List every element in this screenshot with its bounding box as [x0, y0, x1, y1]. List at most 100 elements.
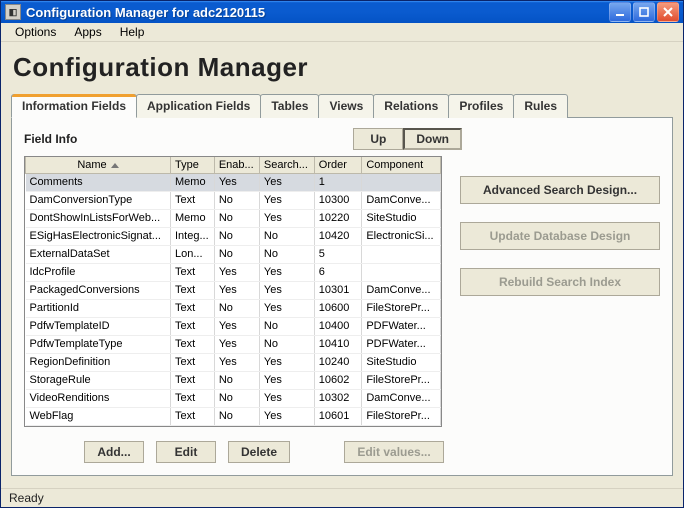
column-header[interactable]: Type: [171, 157, 215, 174]
table-row[interactable]: DamConversionTypeTextNoYes10300DamConve.…: [26, 192, 441, 210]
cell-component: [362, 246, 441, 264]
title-bar: ◧ Configuration Manager for adc2120115: [1, 1, 683, 23]
cell-name: VideoRenditions: [26, 390, 171, 408]
table-row[interactable]: WebFlagTextNoYes10601FileStorePr...: [26, 408, 441, 426]
column-header[interactable]: Search...: [259, 157, 314, 174]
cell-searchable: Yes: [259, 192, 314, 210]
cell-searchable: Yes: [259, 174, 314, 192]
cell-type: Text: [171, 318, 215, 336]
menu-help[interactable]: Help: [112, 23, 153, 41]
table-row[interactable]: ExternalDataSetLon...NoNo5: [26, 246, 441, 264]
column-header[interactable]: Name: [26, 157, 171, 174]
table-row[interactable]: StorageRuleTextNoYes10602FileStorePr...: [26, 372, 441, 390]
down-button[interactable]: Down: [403, 128, 462, 150]
table-body: CommentsMemoYesYes1DamConversionTypeText…: [26, 174, 441, 426]
sort-ascending-icon: [111, 163, 119, 168]
cell-enabled: No: [214, 192, 259, 210]
tab-relations[interactable]: Relations: [373, 94, 449, 118]
edit-values-button[interactable]: Edit values...: [344, 441, 444, 463]
cell-type: Text: [171, 372, 215, 390]
cell-component: PDFWater...: [362, 336, 441, 354]
bottom-button-bar: Add... Edit Delete Edit values...: [24, 441, 660, 463]
tab-tables[interactable]: Tables: [260, 94, 319, 118]
cell-component: FileStorePr...: [362, 372, 441, 390]
delete-button[interactable]: Delete: [228, 441, 290, 463]
cell-name: PdfwTemplateType: [26, 336, 171, 354]
cell-name: DamConversionType: [26, 192, 171, 210]
cell-name: PartitionId: [26, 300, 171, 318]
tab-rules[interactable]: Rules: [513, 94, 568, 118]
window-title: Configuration Manager for adc2120115: [26, 5, 609, 20]
up-button[interactable]: Up: [353, 128, 403, 150]
table-row[interactable]: DontShowInListsForWeb...MemoNoYes10220Si…: [26, 210, 441, 228]
cell-searchable: No: [259, 246, 314, 264]
cell-component: FileStorePr...: [362, 408, 441, 426]
app-icon: ◧: [5, 4, 21, 20]
rebuild-search-index-button[interactable]: Rebuild Search Index: [460, 268, 660, 296]
cell-enabled: No: [214, 210, 259, 228]
side-panel: Advanced Search Design... Update Databas…: [460, 156, 660, 427]
cell-enabled: No: [214, 408, 259, 426]
cell-order: 5: [314, 246, 362, 264]
cell-order: 10220: [314, 210, 362, 228]
table-row[interactable]: PdfwTemplateIDTextYesNo10400PDFWater...: [26, 318, 441, 336]
cell-searchable: Yes: [259, 354, 314, 372]
tab-application-fields[interactable]: Application Fields: [136, 94, 261, 118]
minimize-button[interactable]: [609, 2, 631, 22]
advanced-search-design-button[interactable]: Advanced Search Design...: [460, 176, 660, 204]
maximize-button[interactable]: [633, 2, 655, 22]
column-header[interactable]: Enab...: [214, 157, 259, 174]
main-row: NameTypeEnab...Search...OrderComponent C…: [24, 156, 660, 427]
cell-type: Text: [171, 408, 215, 426]
tab-profiles[interactable]: Profiles: [448, 94, 514, 118]
tab-bar: Information FieldsApplication FieldsTabl…: [11, 94, 673, 118]
cell-searchable: Yes: [259, 282, 314, 300]
cell-order: 1: [314, 174, 362, 192]
cell-name: RegionDefinition: [26, 354, 171, 372]
column-header[interactable]: Order: [314, 157, 362, 174]
field-table[interactable]: NameTypeEnab...Search...OrderComponent C…: [24, 156, 442, 427]
add-button[interactable]: Add...: [84, 441, 144, 463]
column-header[interactable]: Component: [362, 157, 441, 174]
cell-enabled: No: [214, 228, 259, 246]
close-button[interactable]: [657, 2, 679, 22]
menu-options[interactable]: Options: [7, 23, 64, 41]
table-row[interactable]: PdfwTemplateTypeTextYesNo10410PDFWater..…: [26, 336, 441, 354]
table-row[interactable]: ESigHasElectronicSignat...Integ...NoNo10…: [26, 228, 441, 246]
menu-apps[interactable]: Apps: [66, 23, 109, 41]
cell-searchable: Yes: [259, 390, 314, 408]
cell-searchable: No: [259, 336, 314, 354]
cell-type: Text: [171, 282, 215, 300]
cell-type: Text: [171, 336, 215, 354]
tab-information-fields[interactable]: Information Fields: [11, 94, 137, 118]
cell-searchable: Yes: [259, 300, 314, 318]
table-row[interactable]: VideoRenditionsTextNoYes10302DamConve...: [26, 390, 441, 408]
cell-order: 10302: [314, 390, 362, 408]
cell-searchable: Yes: [259, 408, 314, 426]
content-area: Configuration Manager Information Fields…: [1, 42, 683, 488]
update-database-design-button[interactable]: Update Database Design: [460, 222, 660, 250]
cell-component: SiteStudio: [362, 210, 441, 228]
table-row[interactable]: RegionDefinitionTextYesYes10240SiteStudi…: [26, 354, 441, 372]
table-row[interactable]: CommentsMemoYesYes1: [26, 174, 441, 192]
table-row[interactable]: PartitionIdTextNoYes10600FileStorePr...: [26, 300, 441, 318]
cell-type: Text: [171, 192, 215, 210]
tab-views[interactable]: Views: [318, 94, 374, 118]
cell-type: Integ...: [171, 228, 215, 246]
cell-order: 10600: [314, 300, 362, 318]
table-row[interactable]: PackagedConversionsTextYesYes10301DamCon…: [26, 282, 441, 300]
cell-enabled: Yes: [214, 174, 259, 192]
cell-type: Memo: [171, 174, 215, 192]
tab-panel: Field Info Up Down NameTypeEnab...Search…: [11, 117, 673, 476]
cell-order: 10300: [314, 192, 362, 210]
section-label: Field Info: [24, 132, 353, 146]
cell-type: Text: [171, 354, 215, 372]
cell-enabled: Yes: [214, 318, 259, 336]
cell-component: FileStorePr...: [362, 300, 441, 318]
cell-type: Text: [171, 264, 215, 282]
edit-button[interactable]: Edit: [156, 441, 216, 463]
data-table: NameTypeEnab...Search...OrderComponent C…: [25, 157, 441, 426]
cell-enabled: No: [214, 246, 259, 264]
status-bar: Ready: [1, 488, 683, 507]
table-row[interactable]: IdcProfileTextYesYes6: [26, 264, 441, 282]
